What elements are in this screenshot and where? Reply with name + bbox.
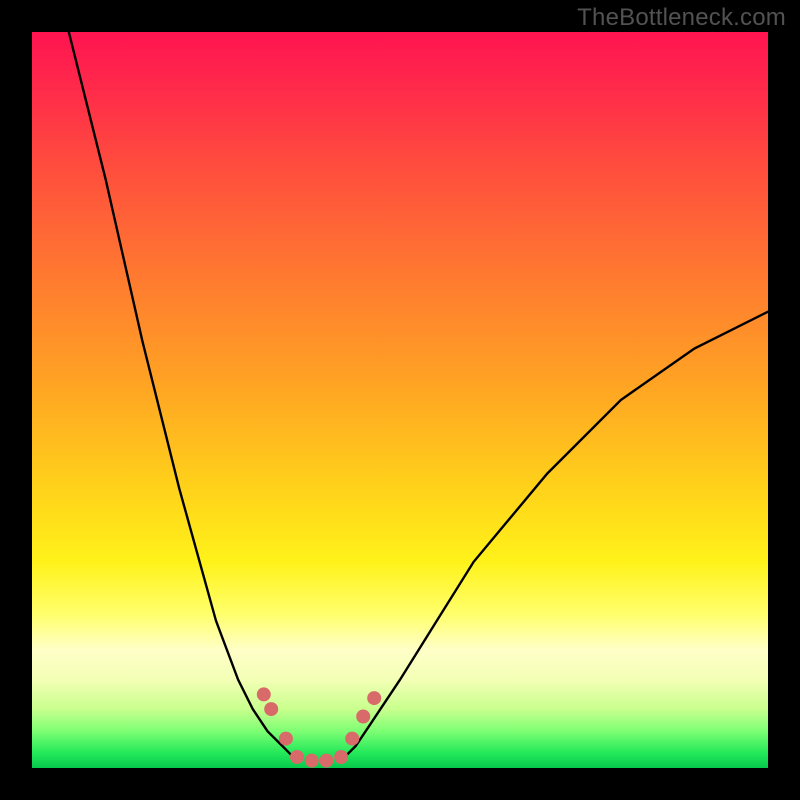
curve-left-branch: [69, 32, 297, 761]
chart-frame: TheBottleneck.com: [0, 0, 800, 800]
marker-dot: [345, 732, 359, 746]
marker-dot: [305, 754, 319, 768]
marker-dot: [264, 702, 278, 716]
marker-dot: [334, 750, 348, 764]
marker-dot: [356, 710, 370, 724]
watermark-text: TheBottleneck.com: [577, 4, 786, 32]
marker-dot: [290, 750, 304, 764]
marker-dot: [279, 732, 293, 746]
marker-dot: [319, 754, 333, 768]
plot-area: [32, 32, 768, 768]
marker-dot: [367, 691, 381, 705]
marker-group: [257, 687, 381, 767]
curve-right-branch: [341, 312, 768, 761]
marker-dot: [257, 687, 271, 701]
curve-layer: [32, 32, 768, 768]
